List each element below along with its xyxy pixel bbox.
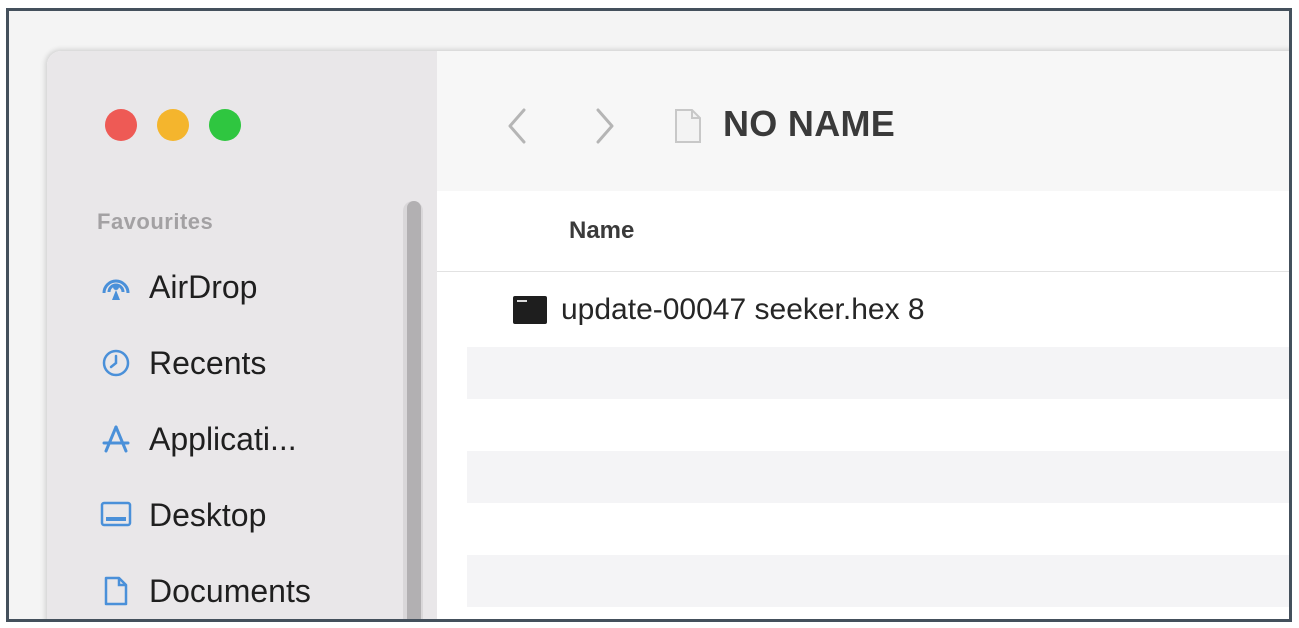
executable-icon <box>513 296 547 324</box>
window-title: NO NAME <box>723 103 896 144</box>
sidebar-item-airdrop[interactable]: AirDrop <box>99 249 311 325</box>
sidebar-item-label: Desktop <box>149 496 267 533</box>
clock-icon <box>99 346 133 380</box>
empty-row <box>467 451 1289 503</box>
zoom-button[interactable] <box>209 109 241 141</box>
sidebar-item-label: Documents <box>149 572 311 609</box>
sidebar-scrollbar-thumb[interactable] <box>407 201 421 619</box>
empty-row <box>467 347 1289 399</box>
file-name: update-00047 seeker.hex 8 <box>561 293 925 326</box>
sidebar-item-label: Applicati... <box>149 420 297 457</box>
sidebar-nav: AirDrop Recents Applicati... Desktop Doc… <box>99 249 311 619</box>
sidebar-item-documents[interactable]: Documents <box>99 553 311 619</box>
empty-row <box>467 399 1289 451</box>
document-icon <box>99 574 133 608</box>
finder-window: Favourites AirDrop Recents Applicati... … <box>47 51 1289 619</box>
list-item[interactable]: update-00047 seeker.hex 8 <box>467 273 1289 347</box>
empty-row <box>467 555 1289 607</box>
chevron-right-icon <box>596 108 614 144</box>
chevron-left-icon <box>508 108 526 144</box>
sidebar-item-desktop[interactable]: Desktop <box>99 477 311 553</box>
forward-button[interactable] <box>585 101 625 151</box>
drive-icon <box>673 107 703 150</box>
applications-icon <box>99 422 133 456</box>
screenshot-frame: Favourites AirDrop Recents Applicati... … <box>6 8 1292 622</box>
sidebar-item-recents[interactable]: Recents <box>99 325 311 401</box>
sidebar-section-title: Favourites <box>97 209 214 234</box>
toolbar: NO NAME <box>437 51 1289 192</box>
sidebar-item-label: AirDrop <box>149 268 258 305</box>
sidebar-item-applications[interactable]: Applicati... <box>99 401 311 477</box>
sidebar-item-label: Recents <box>149 344 267 381</box>
column-header-name[interactable]: Name <box>569 217 634 245</box>
sidebar: Favourites AirDrop Recents Applicati... … <box>47 51 437 619</box>
desktop-icon <box>99 498 133 532</box>
main-pane: NO NAME Name update-00047 seeker.hex 8 <box>437 51 1289 619</box>
empty-row <box>467 503 1289 555</box>
empty-row <box>467 607 1289 619</box>
airdrop-icon <box>99 270 133 304</box>
minimize-button[interactable] <box>157 109 189 141</box>
close-button[interactable] <box>105 109 137 141</box>
back-button[interactable] <box>497 101 537 151</box>
file-list: update-00047 seeker.hex 8 <box>467 273 1289 619</box>
traffic-lights <box>105 109 241 141</box>
list-header: Name <box>437 191 1289 272</box>
